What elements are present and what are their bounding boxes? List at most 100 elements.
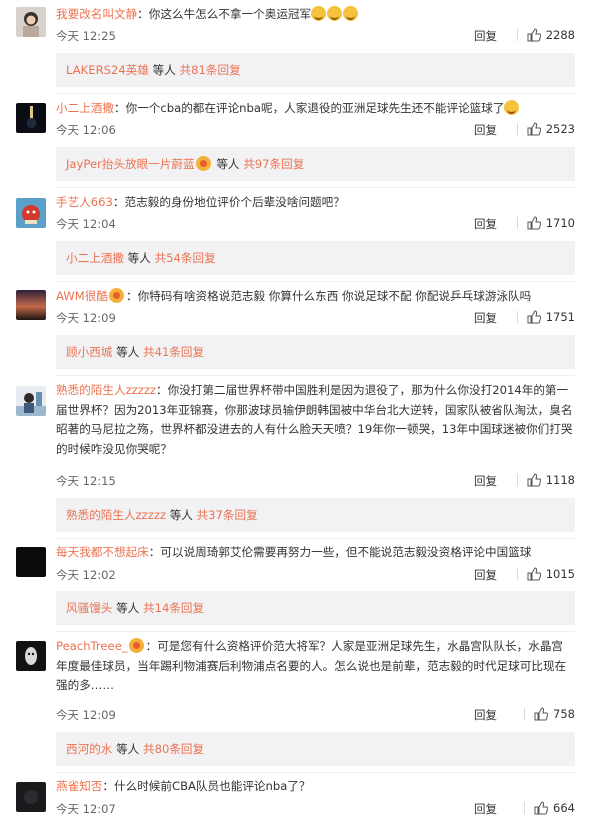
like-count: 1118 <box>545 473 575 487</box>
comment-username[interactable]: 小二上酒撒 <box>56 101 114 115</box>
reply-username[interactable]: JayPer抬头放眼一片蔚蓝 <box>66 157 195 171</box>
thumbs-up-icon <box>534 801 549 815</box>
comment-meta: 今天 12:04 回复 1710 <box>56 216 575 234</box>
comment-username[interactable]: 我要改名叫文静 <box>56 7 137 21</box>
divider <box>56 281 575 282</box>
comment-meta: 今天 12:09 回复 1751 <box>56 310 575 328</box>
comment-meta: 今天 12:25 回复 2288 <box>56 28 575 46</box>
reply-button[interactable]: 回复 <box>474 567 497 583</box>
laugh-emoji-icon <box>311 6 327 21</box>
reply-text: 等人 <box>116 345 140 359</box>
comment-username[interactable]: PeachTreee_ <box>56 639 128 653</box>
divider <box>56 631 575 632</box>
colon: ： <box>137 7 149 21</box>
avatar[interactable] <box>16 198 46 228</box>
reply-count-link[interactable]: 共54条回复 <box>155 251 216 265</box>
reply-username[interactable]: 小二上酒撒 <box>66 251 124 265</box>
comment-username[interactable]: 燕雀知否 <box>56 779 102 793</box>
reply-button[interactable]: 回复 <box>474 28 497 44</box>
divider <box>516 29 518 41</box>
like-button[interactable]: 2523 <box>516 122 575 136</box>
like-button[interactable]: 2288 <box>516 28 575 42</box>
like-button[interactable]: 664 <box>524 801 575 815</box>
comment-content: 范志毅的身份地位评价个后辈没啥问题吧？ <box>124 195 345 209</box>
reply-count-link[interactable]: 共80条回复 <box>143 742 204 756</box>
comment-text: 手艺人663：范志毅的身份地位评价个后辈没啥问题吧？ <box>56 193 573 213</box>
reply-count-link[interactable]: 共14条回复 <box>143 601 204 615</box>
replies-box[interactable]: LAKERS24英雄 等人 共81条回复 <box>56 53 575 87</box>
comment-meta: 今天 12:06 回复 2523 <box>56 122 575 140</box>
like-count: 664 <box>553 801 575 815</box>
avatar[interactable] <box>16 290 46 320</box>
comment-meta: 今天 12:09 回复 758 <box>56 707 575 725</box>
divider <box>56 187 575 188</box>
timestamp: 今天 12:06 <box>56 123 116 137</box>
like-count: 2288 <box>545 28 575 42</box>
colon: ： <box>145 639 158 653</box>
replies-box[interactable]: 风骚馒头 等人 共14条回复 <box>56 591 575 625</box>
laugh-emoji-icon <box>343 6 359 21</box>
thumbs-up-icon <box>534 707 549 721</box>
divider <box>56 772 575 773</box>
comment-content: 可以说周琦郭艾伦需要再努力一些，但不能说范志毅没资格评论中国篮球 <box>160 545 532 559</box>
timestamp: 今天 12:02 <box>56 568 116 582</box>
reply-text: 等人 <box>127 251 151 265</box>
divider <box>56 93 575 94</box>
reply-count-link[interactable]: 共97条回复 <box>243 157 304 171</box>
comment-username[interactable]: 每天我都不想起床 <box>56 545 149 559</box>
laugh-emoji-icon <box>327 6 343 21</box>
divider <box>524 802 526 814</box>
timestamp: 今天 12:04 <box>56 217 116 231</box>
comment-content: 你一个cba的都在评论nba呢，人家退役的亚洲足球先生还不能评论篮球了 <box>125 101 505 115</box>
reply-button[interactable]: 回复 <box>474 473 497 489</box>
like-button[interactable]: 1015 <box>516 567 575 581</box>
timestamp: 今天 12:09 <box>56 708 116 722</box>
colon: ： <box>102 779 114 793</box>
like-button[interactable]: 1118 <box>516 473 575 487</box>
comment-meta: 今天 12:02 回复 1015 <box>56 567 575 585</box>
reply-username[interactable]: 顾小西城 <box>66 345 112 359</box>
divider <box>516 123 518 135</box>
reply-username[interactable]: 风骚馒头 <box>66 601 112 615</box>
comment-username[interactable]: 熟悉的陌生人zzzzz <box>56 383 156 397</box>
reply-count-link[interactable]: 共81条回复 <box>180 63 241 77</box>
comment-text: 熟悉的陌生人zzzzz：你没打第二届世界杯带中国胜利是因为退役了，那为什么你没打… <box>56 381 573 459</box>
reply-text: 等人 <box>116 742 140 756</box>
member-badge-icon <box>108 288 124 303</box>
avatar[interactable] <box>16 782 46 812</box>
colon: ： <box>148 545 161 559</box>
replies-box[interactable]: 西河的水 等人 共80条回复 <box>56 732 575 766</box>
comment-text: 我要改名叫文静：你这么牛怎么不拿一个奥运冠军 <box>56 5 573 25</box>
reply-button[interactable]: 回复 <box>474 707 497 723</box>
reply-button[interactable]: 回复 <box>474 122 497 138</box>
avatar[interactable] <box>16 641 46 671</box>
like-button[interactable]: 1751 <box>516 310 575 324</box>
thumbs-up-icon <box>527 473 541 487</box>
reply-count-link[interactable]: 共37条回复 <box>197 508 258 522</box>
replies-box[interactable]: JayPer抬头放眼一片蔚蓝 等人 共97条回复 <box>56 147 575 181</box>
like-button[interactable]: 758 <box>524 707 575 721</box>
comment-username[interactable]: 手艺人663 <box>56 195 113 209</box>
avatar[interactable] <box>16 547 46 577</box>
reply-username[interactable]: 熟悉的陌生人zzzzz <box>66 508 166 522</box>
reply-username[interactable]: 西河的水 <box>66 742 112 756</box>
avatar[interactable] <box>16 7 46 37</box>
reply-username[interactable]: LAKERS24英雄 <box>66 63 149 77</box>
like-count: 1015 <box>545 567 575 581</box>
reply-button[interactable]: 回复 <box>474 216 497 232</box>
comment-content: 你这么牛怎么不拿一个奥运冠军 <box>148 7 312 21</box>
reply-count-link[interactable]: 共41条回复 <box>143 345 204 359</box>
avatar[interactable] <box>16 386 46 416</box>
replies-box[interactable]: 熟悉的陌生人zzzzz 等人 共37条回复 <box>56 498 575 532</box>
like-button[interactable]: 1710 <box>516 216 575 230</box>
replies-box[interactable]: 顾小西城 等人 共41条回复 <box>56 335 575 369</box>
replies-box[interactable]: 小二上酒撒 等人 共54条回复 <box>56 241 575 275</box>
comment-username[interactable]: AWM很酷 <box>56 289 108 303</box>
reply-button[interactable]: 回复 <box>474 801 497 817</box>
comment-text: 小二上酒撒：你一个cba的都在评论nba呢，人家退役的亚洲足球先生还不能评论篮球… <box>56 99 573 119</box>
avatar[interactable] <box>16 103 46 133</box>
smirk-emoji-icon <box>504 100 520 115</box>
comment-meta: 今天 12:15 回复 1118 <box>56 473 575 491</box>
reply-button[interactable]: 回复 <box>474 310 497 326</box>
timestamp: 今天 12:15 <box>56 474 116 488</box>
